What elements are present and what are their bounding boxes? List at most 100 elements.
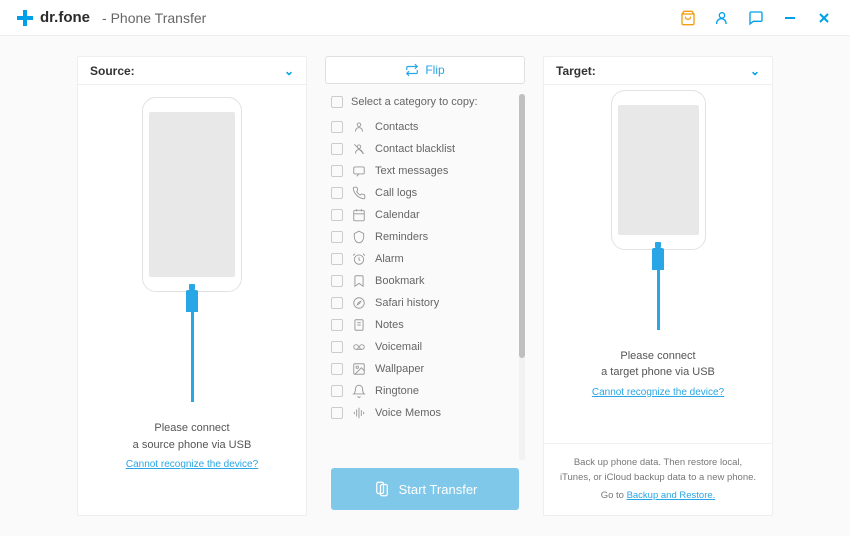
start-transfer-label: Start Transfer xyxy=(399,482,478,497)
minimize-button[interactable] xyxy=(780,8,800,28)
category-row: Safari history xyxy=(331,292,515,314)
category-icon xyxy=(352,230,366,244)
category-checkbox[interactable] xyxy=(331,209,343,221)
category-row: Call logs xyxy=(331,182,515,204)
category-row: Ringtone xyxy=(331,380,515,402)
chevron-down-icon: ⌄ xyxy=(750,64,760,78)
category-row: Text messages xyxy=(331,160,515,182)
category-row: Wallpaper xyxy=(331,358,515,380)
category-checkbox[interactable] xyxy=(331,275,343,287)
category-checkbox[interactable] xyxy=(331,231,343,243)
category-label: Reminders xyxy=(375,231,428,243)
category-icon xyxy=(352,274,366,288)
source-body: Please connect a source phone via USB Ca… xyxy=(78,85,306,515)
category-checkbox[interactable] xyxy=(331,385,343,397)
source-connect-text: Please connect a source phone via USB Ca… xyxy=(126,420,258,473)
category-checkbox[interactable] xyxy=(331,341,343,353)
target-footer: Back up phone data. Then restore local, … xyxy=(544,443,772,515)
category-checkbox[interactable] xyxy=(331,143,343,155)
target-header[interactable]: Target: ⌄ xyxy=(544,57,772,85)
category-checkbox[interactable] xyxy=(331,407,343,419)
category-label: Voice Memos xyxy=(375,407,441,419)
category-label: Text messages xyxy=(375,165,448,177)
category-row: Contacts xyxy=(331,116,515,138)
category-row: Voicemail xyxy=(331,336,515,358)
category-icon xyxy=(352,252,366,266)
target-connect-line2: a target phone via USB xyxy=(592,364,724,381)
category-icon xyxy=(352,340,366,354)
flip-label: Flip xyxy=(425,63,444,77)
module-name: - Phone Transfer xyxy=(102,10,206,26)
target-body: Please connect a target phone via USB Ca… xyxy=(544,85,772,443)
phone-icon xyxy=(142,97,242,292)
titlebar: dr.fone - Phone Transfer xyxy=(0,0,850,36)
category-checkbox[interactable] xyxy=(331,121,343,133)
target-help-link[interactable]: Cannot recognize the device? xyxy=(592,385,724,400)
category-icon xyxy=(352,318,366,332)
target-connect-text: Please connect a target phone via USB Ca… xyxy=(592,348,724,401)
category-label: Contact blacklist xyxy=(375,143,455,155)
category-icon xyxy=(352,120,366,134)
center-panel: Flip Select a category to copy: Contacts… xyxy=(325,56,525,516)
category-icon xyxy=(352,296,366,310)
main: Source: ⌄ Please connect a source phone … xyxy=(0,36,850,536)
category-label: Wallpaper xyxy=(375,363,424,375)
category-label: Notes xyxy=(375,319,404,331)
source-connect-line2: a source phone via USB xyxy=(126,437,258,454)
source-connect-line1: Please connect xyxy=(126,420,258,437)
source-help-link[interactable]: Cannot recognize the device? xyxy=(126,457,258,472)
source-header[interactable]: Source: ⌄ xyxy=(78,57,306,85)
category-icon xyxy=(352,384,366,398)
category-icon xyxy=(352,406,366,420)
category-row: Voice Memos xyxy=(331,402,515,424)
flip-button[interactable]: Flip xyxy=(325,56,525,84)
phone-illustration xyxy=(611,140,706,330)
category-checkbox[interactable] xyxy=(331,319,343,331)
category-row: Notes xyxy=(331,314,515,336)
feedback-icon[interactable] xyxy=(746,8,766,28)
category-row: Reminders xyxy=(331,226,515,248)
cart-icon[interactable] xyxy=(678,8,698,28)
target-panel: Target: ⌄ Please connect a target phone … xyxy=(543,56,773,516)
category-area: Select a category to copy: Contacts Conta… xyxy=(325,94,525,460)
category-list: Select a category to copy: Contacts Conta… xyxy=(325,94,525,460)
source-label: Source: xyxy=(90,64,135,78)
scrollbar[interactable] xyxy=(519,94,525,460)
close-button[interactable] xyxy=(814,8,834,28)
category-label: Alarm xyxy=(375,253,404,265)
category-row: Contact blacklist xyxy=(331,138,515,160)
account-icon[interactable] xyxy=(712,8,732,28)
target-connect-line1: Please connect xyxy=(592,348,724,365)
category-checkbox[interactable] xyxy=(331,297,343,309)
select-all-row: Select a category to copy: xyxy=(331,94,515,116)
brand-name: dr.fone xyxy=(40,9,90,26)
brand: dr.fone - Phone Transfer xyxy=(16,9,206,27)
source-panel: Source: ⌄ Please connect a source phone … xyxy=(77,56,307,516)
category-label: Voicemail xyxy=(375,341,422,353)
brand-icon xyxy=(16,9,34,27)
category-icon xyxy=(352,186,366,200)
phone-icon xyxy=(611,90,706,250)
category-label: Calendar xyxy=(375,209,420,221)
select-all-checkbox[interactable] xyxy=(331,96,343,108)
usb-cable-icon xyxy=(611,250,706,330)
transfer-icon xyxy=(373,480,391,498)
category-checkbox[interactable] xyxy=(331,363,343,375)
category-row: Calendar xyxy=(331,204,515,226)
start-transfer-button[interactable]: Start Transfer xyxy=(331,468,519,510)
category-icon xyxy=(352,362,366,376)
backup-restore-link[interactable]: Backup and Restore. xyxy=(627,489,716,503)
category-checkbox[interactable] xyxy=(331,165,343,177)
flip-icon xyxy=(405,63,419,77)
category-checkbox[interactable] xyxy=(331,187,343,199)
titlebar-right xyxy=(678,8,834,28)
usb-cable-icon xyxy=(142,292,242,402)
category-checkbox[interactable] xyxy=(331,253,343,265)
category-label: Call logs xyxy=(375,187,417,199)
category-icon xyxy=(352,142,366,156)
scroll-thumb[interactable] xyxy=(519,94,525,358)
category-label: Safari history xyxy=(375,297,439,309)
category-row: Bookmark xyxy=(331,270,515,292)
phone-illustration xyxy=(142,127,242,402)
target-label: Target: xyxy=(556,64,596,78)
